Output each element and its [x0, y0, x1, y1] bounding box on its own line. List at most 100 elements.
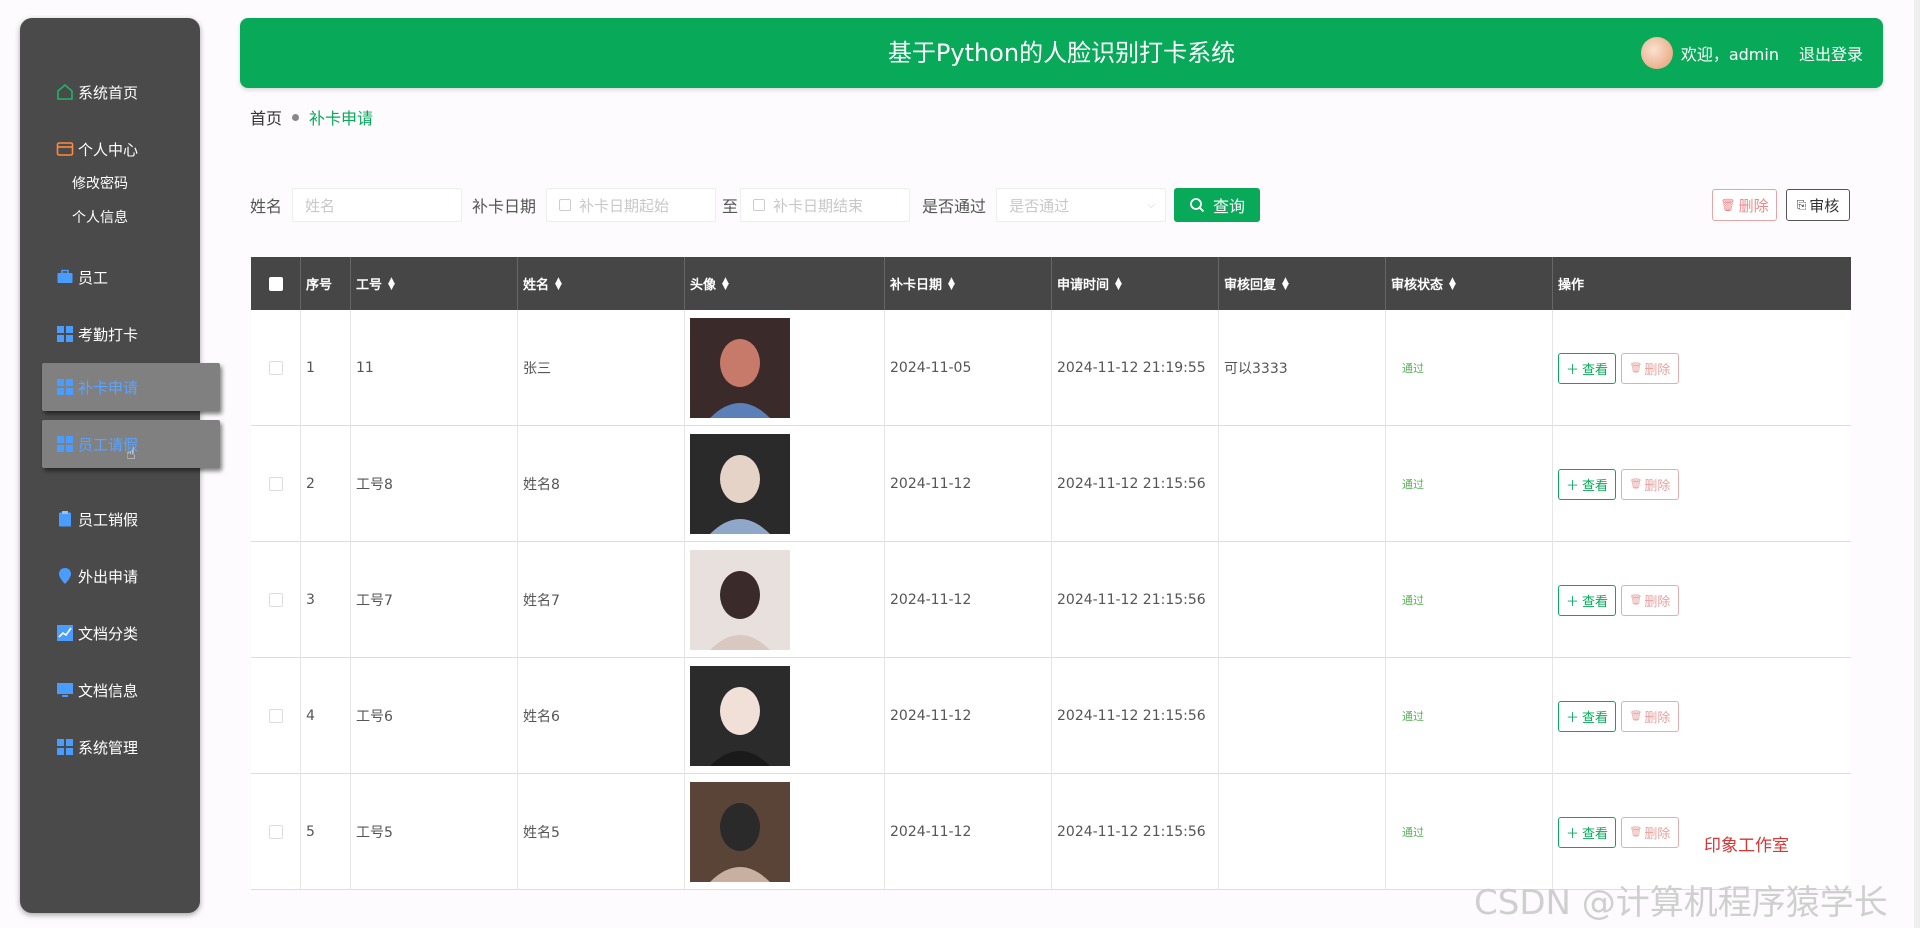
col-name[interactable]: 姓名 ▲ ▼ — [518, 257, 685, 310]
cell-date: 2024-11-12 — [885, 774, 1052, 890]
cell-reply — [1219, 658, 1386, 774]
table-row[interactable]: 4 工号6 姓名6 2024-11-12 2024-11-12 21:15:56… — [251, 658, 1851, 774]
row-checkbox[interactable] — [268, 477, 283, 491]
trash-icon: 🗑 — [1629, 710, 1643, 722]
col-emp-no[interactable]: 工号 ▲ ▼ — [351, 257, 518, 310]
table-body: 1 11 张三 2024-11-05 2024-11-12 21:19:55 可… — [251, 310, 1851, 890]
table-row[interactable]: 2 工号8 姓名8 2024-11-12 2024-11-12 21:15:56… — [251, 426, 1851, 542]
row-checkbox[interactable] — [268, 361, 283, 375]
view-button[interactable]: ＋查看 — [1558, 584, 1616, 616]
row-checkbox[interactable] — [268, 825, 283, 839]
table-row[interactable]: 5 工号5 姓名5 2024-11-12 2024-11-12 21:15:56… — [251, 774, 1851, 890]
col-reply[interactable]: 审核回复 ▲ ▼ — [1219, 257, 1386, 310]
cell-avatar — [685, 542, 885, 658]
delete-button[interactable]: 🗑 删除 — [1621, 700, 1679, 732]
cell-avatar — [685, 774, 885, 890]
row-select-cell — [251, 310, 301, 426]
row-select-cell — [251, 774, 301, 890]
page-scrollbar[interactable] — [1914, 0, 1920, 928]
cell-name: 姓名6 — [518, 658, 685, 774]
pass-select[interactable]: 是否通过 ⌵ — [996, 188, 1167, 222]
row-checkbox[interactable] — [268, 709, 283, 723]
cell-emp-no: 工号7 — [351, 542, 518, 658]
sidebar-item-home[interactable]: 系统首页 — [50, 77, 144, 107]
cell-date: 2024-11-12 — [885, 542, 1052, 658]
chevron-down-icon: ⌵ — [1147, 199, 1156, 211]
select-all-cell — [251, 257, 301, 310]
cell-avatar — [685, 310, 885, 426]
to-label: 至 — [722, 197, 739, 216]
name-input[interactable]: 姓名 — [292, 188, 463, 222]
cell-name: 姓名7 — [518, 542, 685, 658]
audit-button[interactable]: ⎘ 审核 — [1786, 189, 1850, 221]
col-applied[interactable]: 申请时间 ▲ ▼ — [1052, 257, 1219, 310]
delete-button[interactable]: 🗑 删除 — [1621, 584, 1679, 616]
avatar-photo[interactable] — [690, 318, 790, 418]
avatar-photo[interactable] — [690, 666, 790, 766]
trash-icon: 🗑 — [1629, 594, 1643, 606]
cell-date: 2024-11-05 — [885, 310, 1052, 426]
sidebar-item-leave-request[interactable]: 员工请假 ☝ — [42, 420, 220, 468]
cell-avatar — [685, 426, 885, 542]
trash-icon: 🗑 — [1629, 478, 1643, 490]
cell-reply — [1219, 542, 1386, 658]
avatar-photo[interactable] — [690, 434, 790, 534]
cell-date: 2024-11-12 — [885, 426, 1052, 542]
query-button[interactable]: 查询 — [1174, 188, 1261, 222]
cell-name: 姓名5 — [518, 774, 685, 890]
view-button[interactable]: ＋查看 — [1558, 352, 1616, 384]
sidebar-item-attendance[interactable]: 考勤打卡 — [50, 319, 144, 349]
col-avatar[interactable]: 头像 ▲ ▼ — [685, 257, 885, 310]
row-checkbox[interactable] — [268, 593, 283, 607]
sidebar-item-leave-cancel[interactable]: 员工销假 — [50, 504, 144, 534]
sidebar-item-doc-category[interactable]: 文档分类 — [50, 618, 144, 648]
view-button[interactable]: ＋查看 — [1558, 468, 1616, 500]
logout-link[interactable]: 退出登录 — [1799, 41, 1863, 65]
col-date[interactable]: 补卡日期 ▲ ▼ — [885, 257, 1052, 310]
sidebar-item-doc-info[interactable]: 文档信息 — [50, 675, 144, 705]
sidebar-subitem-personal-info[interactable]: 个人信息 — [70, 207, 130, 227]
pass-label: 是否通过 — [922, 197, 987, 216]
search-bar: 姓名 姓名 补卡日期 补卡日期起始 至 补卡日期结束 是否通过 是否通过 ⌵ 查… — [250, 188, 1261, 222]
date-start-input[interactable]: 补卡日期起始 — [546, 188, 717, 222]
sidebar-subitem-change-password[interactable]: 修改密码 — [70, 173, 130, 193]
cell-actions: ＋查看 🗑 删除 — [1553, 426, 1851, 542]
delete-button[interactable]: 🗑 删除 — [1621, 468, 1679, 500]
delete-button[interactable]: 🗑 删除 — [1621, 816, 1679, 848]
cell-emp-no: 工号6 — [351, 658, 518, 774]
date-end-input[interactable]: 补卡日期结束 — [740, 188, 911, 222]
sidebar: 系统首页 个人中心 修改密码 个人信息 员工 考勤打卡 补卡申请 员工请假 ☝ … — [20, 18, 220, 913]
cell-index: 2 — [301, 426, 351, 542]
cell-emp-no: 工号8 — [351, 426, 518, 542]
select-all-checkbox[interactable] — [268, 276, 283, 291]
sidebar-item-outing-request[interactable]: 外出申请 — [50, 561, 144, 591]
avatar[interactable] — [1640, 37, 1673, 69]
sidebar-item-personal-center[interactable]: 个人中心 — [50, 134, 144, 164]
delete-button[interactable]: 🗑 删除 — [1621, 352, 1679, 384]
table-row[interactable]: 3 工号7 姓名7 2024-11-12 2024-11-12 21:15:56… — [251, 542, 1851, 658]
sidebar-item-employee[interactable]: 员工 — [50, 262, 114, 292]
trash-icon: 🗑 — [1629, 362, 1643, 374]
sidebar-item-system-management[interactable]: 系统管理 — [50, 732, 144, 762]
avatar-photo[interactable] — [690, 782, 790, 882]
cell-applied: 2024-11-12 21:15:56 — [1052, 658, 1219, 774]
breadcrumb-home[interactable]: 首页 — [250, 105, 282, 129]
cell-applied: 2024-11-12 21:15:56 — [1052, 426, 1219, 542]
table-row[interactable]: 1 11 张三 2024-11-05 2024-11-12 21:19:55 可… — [251, 310, 1851, 426]
plus-icon: ＋ — [1565, 710, 1579, 726]
cell-index: 4 — [301, 658, 351, 774]
bulk-delete-button[interactable]: 🗑 删除 — [1712, 189, 1777, 221]
avatar-photo[interactable] — [690, 550, 790, 650]
audit-icon: ⎘ — [1796, 197, 1807, 212]
location-icon — [56, 567, 74, 585]
col-status[interactable]: 审核状态 ▲ ▼ — [1386, 257, 1553, 310]
sidebar-item-makeup-request[interactable]: 补卡申请 — [42, 363, 220, 411]
table-header: 序号 工号 ▲ ▼ 姓名 ▲ ▼ 头像 ▲ ▼ 补卡日期 ▲ ▼ 申请时间 ▲ ▼ 审核回复 ▲ ▼ 审… — [251, 257, 1851, 310]
card-icon — [56, 140, 74, 158]
view-button[interactable]: ＋查看 — [1558, 700, 1616, 732]
status-badge: 通过 — [1386, 774, 1553, 890]
view-button[interactable]: ＋查看 — [1558, 816, 1616, 848]
sort-icon: ▲ ▼ — [1115, 275, 1122, 292]
clipboard-icon — [56, 510, 74, 528]
grid-icon — [56, 325, 74, 343]
